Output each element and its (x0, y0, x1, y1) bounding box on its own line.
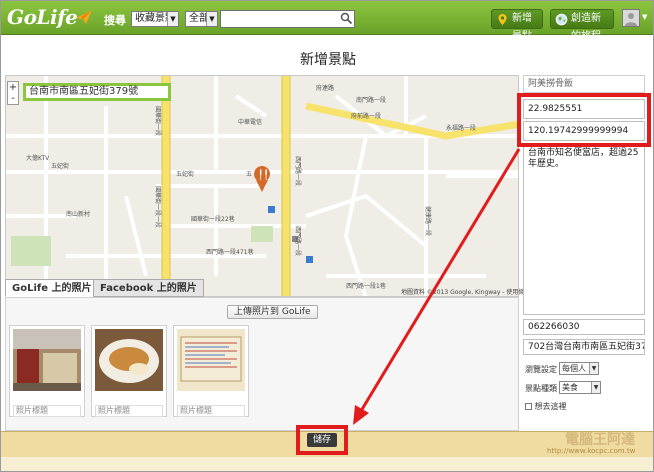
arrow-annotation (353, 148, 521, 425)
watermark-url: http://www.kocpc.com.tw (547, 447, 636, 455)
app-window: GoLife 搜尋 收藏景點 ▼ 全部 ▼ 新增景點 創造新的旅程 ▼ 新增景點… (0, 0, 654, 472)
save-button[interactable]: 儲存 (307, 433, 337, 447)
watermark-logo-text: 電腦王阿達 (565, 432, 635, 448)
footer-background (1, 457, 653, 471)
